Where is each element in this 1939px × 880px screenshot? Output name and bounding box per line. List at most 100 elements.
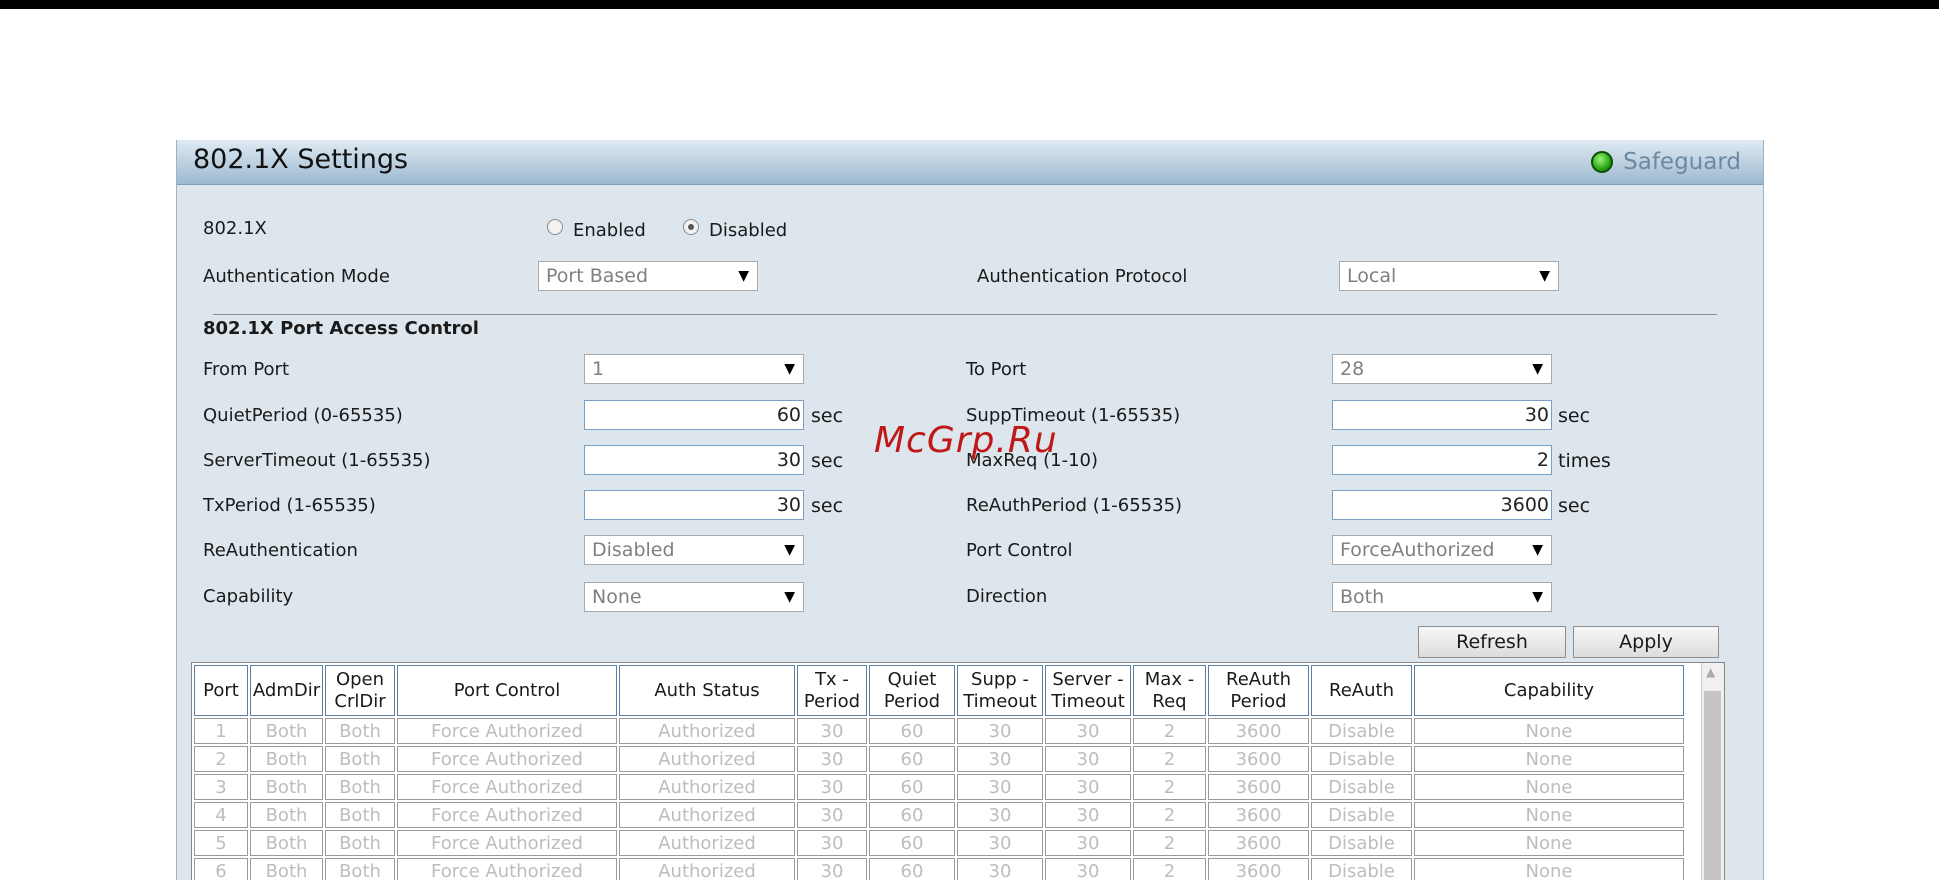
table-cell: 3600: [1208, 746, 1309, 772]
top-bar: [0, 0, 1939, 9]
server-timeout-label: ServerTimeout (1-65535): [203, 450, 431, 471]
max-req-input[interactable]: 2: [1332, 445, 1552, 475]
capability-select[interactable]: None ▼: [584, 582, 804, 612]
table-row[interactable]: 6 Both Both Force Authorized Authorized 30 60 3…: [194, 858, 1684, 880]
table-cell: 3600: [1208, 830, 1309, 856]
table-cell: Both: [325, 802, 395, 828]
table-row[interactable]: 3 Both Both Force Authorized Authorized 30 60 3…: [194, 774, 1684, 800]
table-cell: Disable: [1311, 858, 1412, 880]
col-port: Port: [194, 665, 248, 716]
table-scrollbar[interactable]: ▲: [1701, 663, 1724, 880]
tx-period-label: TxPeriod (1-65535): [203, 495, 376, 516]
col-supp-timeout: Supp - Timeout: [957, 665, 1043, 716]
quiet-period-input[interactable]: 60: [584, 400, 804, 430]
page-title: 802.1X Settings: [193, 144, 409, 175]
col-open-crldir: Open CrlDir: [325, 665, 395, 716]
safeguard-label: Safeguard: [1623, 149, 1741, 175]
from-port-select[interactable]: 1 ▼: [584, 354, 804, 384]
scrollbar-thumb[interactable]: [1704, 691, 1721, 880]
table-cell: 30: [1045, 718, 1131, 744]
reauth-period-input[interactable]: 3600: [1332, 490, 1552, 520]
col-reauth: ReAuth: [1311, 665, 1412, 716]
table-body: 1 Both Both Force Authorized Authorized 30 60 3…: [194, 718, 1684, 880]
table-cell: Disable: [1311, 718, 1412, 744]
port-control-label: Port Control: [966, 540, 1073, 561]
table-cell: Both: [325, 830, 395, 856]
table-cell: Both: [250, 802, 323, 828]
port-access-table: Port AdmDir Open CrlDir Port Control Auth…: [192, 663, 1686, 880]
dot1x-disabled-radio[interactable]: [683, 219, 699, 235]
col-admdir: AdmDir: [250, 665, 323, 716]
table-cell: 30: [1045, 858, 1131, 880]
from-port-value: 1: [592, 358, 605, 380]
table-cell: Authorized: [619, 858, 795, 880]
table-cell: 3: [194, 774, 248, 800]
col-quiet-period: Quiet Period: [869, 665, 955, 716]
table-cell: Disable: [1311, 830, 1412, 856]
table-row[interactable]: 1 Both Both Force Authorized Authorized 30 60 3…: [194, 718, 1684, 744]
to-port-select[interactable]: 28 ▼: [1332, 354, 1552, 384]
dropdown-arrow-icon: ▼: [1532, 589, 1543, 605]
table-cell: 30: [797, 774, 867, 800]
col-max-req: Max - Req: [1133, 665, 1206, 716]
scroll-up-icon[interactable]: ▲: [1706, 665, 1715, 679]
table-cell: Authorized: [619, 802, 795, 828]
table-cell: 60: [869, 802, 955, 828]
dropdown-arrow-icon: ▼: [1532, 542, 1543, 558]
auth-mode-value: Port Based: [546, 265, 649, 287]
table-cell: None: [1414, 830, 1684, 856]
reauth-period-unit: sec: [1558, 495, 1591, 517]
direction-select[interactable]: Both ▼: [1332, 582, 1552, 612]
table-row[interactable]: 5 Both Both Force Authorized Authorized 30 60 3…: [194, 830, 1684, 856]
supp-timeout-input[interactable]: 30: [1332, 400, 1552, 430]
from-port-label: From Port: [203, 359, 290, 380]
table-cell: None: [1414, 802, 1684, 828]
auth-mode-select[interactable]: Port Based ▼: [538, 261, 758, 291]
watermark-text: McGrp.Ru: [874, 420, 1058, 461]
reauthentication-select[interactable]: Disabled ▼: [584, 535, 804, 565]
table-cell: Both: [250, 718, 323, 744]
table-cell: Authorized: [619, 746, 795, 772]
table-cell: 3600: [1208, 718, 1309, 744]
dot1x-disabled-label: Disabled: [709, 220, 788, 241]
to-port-label: To Port: [966, 359, 1027, 380]
table-cell: Authorized: [619, 774, 795, 800]
server-timeout-unit: sec: [811, 450, 844, 472]
table-row[interactable]: 2 Both Both Force Authorized Authorized 30 60 3…: [194, 746, 1684, 772]
table-cell: None: [1414, 718, 1684, 744]
table-cell: Disable: [1311, 802, 1412, 828]
apply-button[interactable]: Apply: [1573, 626, 1719, 658]
table-cell: Force Authorized: [397, 746, 617, 772]
auth-protocol-label: Authentication Protocol: [977, 266, 1188, 287]
col-server-timeout: Server - Timeout: [1045, 665, 1131, 716]
tx-period-input[interactable]: 30: [584, 490, 804, 520]
refresh-button[interactable]: Refresh: [1418, 626, 1566, 658]
auth-protocol-select[interactable]: Local ▼: [1339, 261, 1559, 291]
max-req-unit: times: [1558, 450, 1611, 472]
dot1x-enabled-radio[interactable]: [547, 219, 563, 235]
table-cell: 30: [957, 802, 1043, 828]
quiet-period-unit: sec: [811, 405, 844, 427]
safeguard-indicator: Safeguard: [1591, 147, 1741, 177]
capability-label: Capability: [203, 586, 294, 607]
server-timeout-input[interactable]: 30: [584, 445, 804, 475]
table-cell: Disable: [1311, 774, 1412, 800]
dropdown-arrow-icon: ▼: [784, 361, 795, 377]
table-cell: Both: [325, 718, 395, 744]
dot1x-enabled-label: Enabled: [573, 220, 646, 241]
col-tx-period: Tx - Period: [797, 665, 867, 716]
port-control-select[interactable]: ForceAuthorized ▼: [1332, 535, 1552, 565]
table-cell: None: [1414, 774, 1684, 800]
table-cell: 2: [1133, 858, 1206, 880]
table-cell: 30: [797, 746, 867, 772]
quiet-period-label: QuietPeriod (0-65535): [203, 405, 403, 426]
section-divider: [213, 314, 1717, 315]
table-cell: 6: [194, 858, 248, 880]
table-cell: 2: [1133, 718, 1206, 744]
table-cell: Force Authorized: [397, 858, 617, 880]
table-cell: 30: [797, 718, 867, 744]
table-cell: 30: [957, 858, 1043, 880]
dropdown-arrow-icon: ▼: [784, 589, 795, 605]
table-row[interactable]: 4 Both Both Force Authorized Authorized 30 60 3…: [194, 802, 1684, 828]
table-cell: 30: [1045, 774, 1131, 800]
